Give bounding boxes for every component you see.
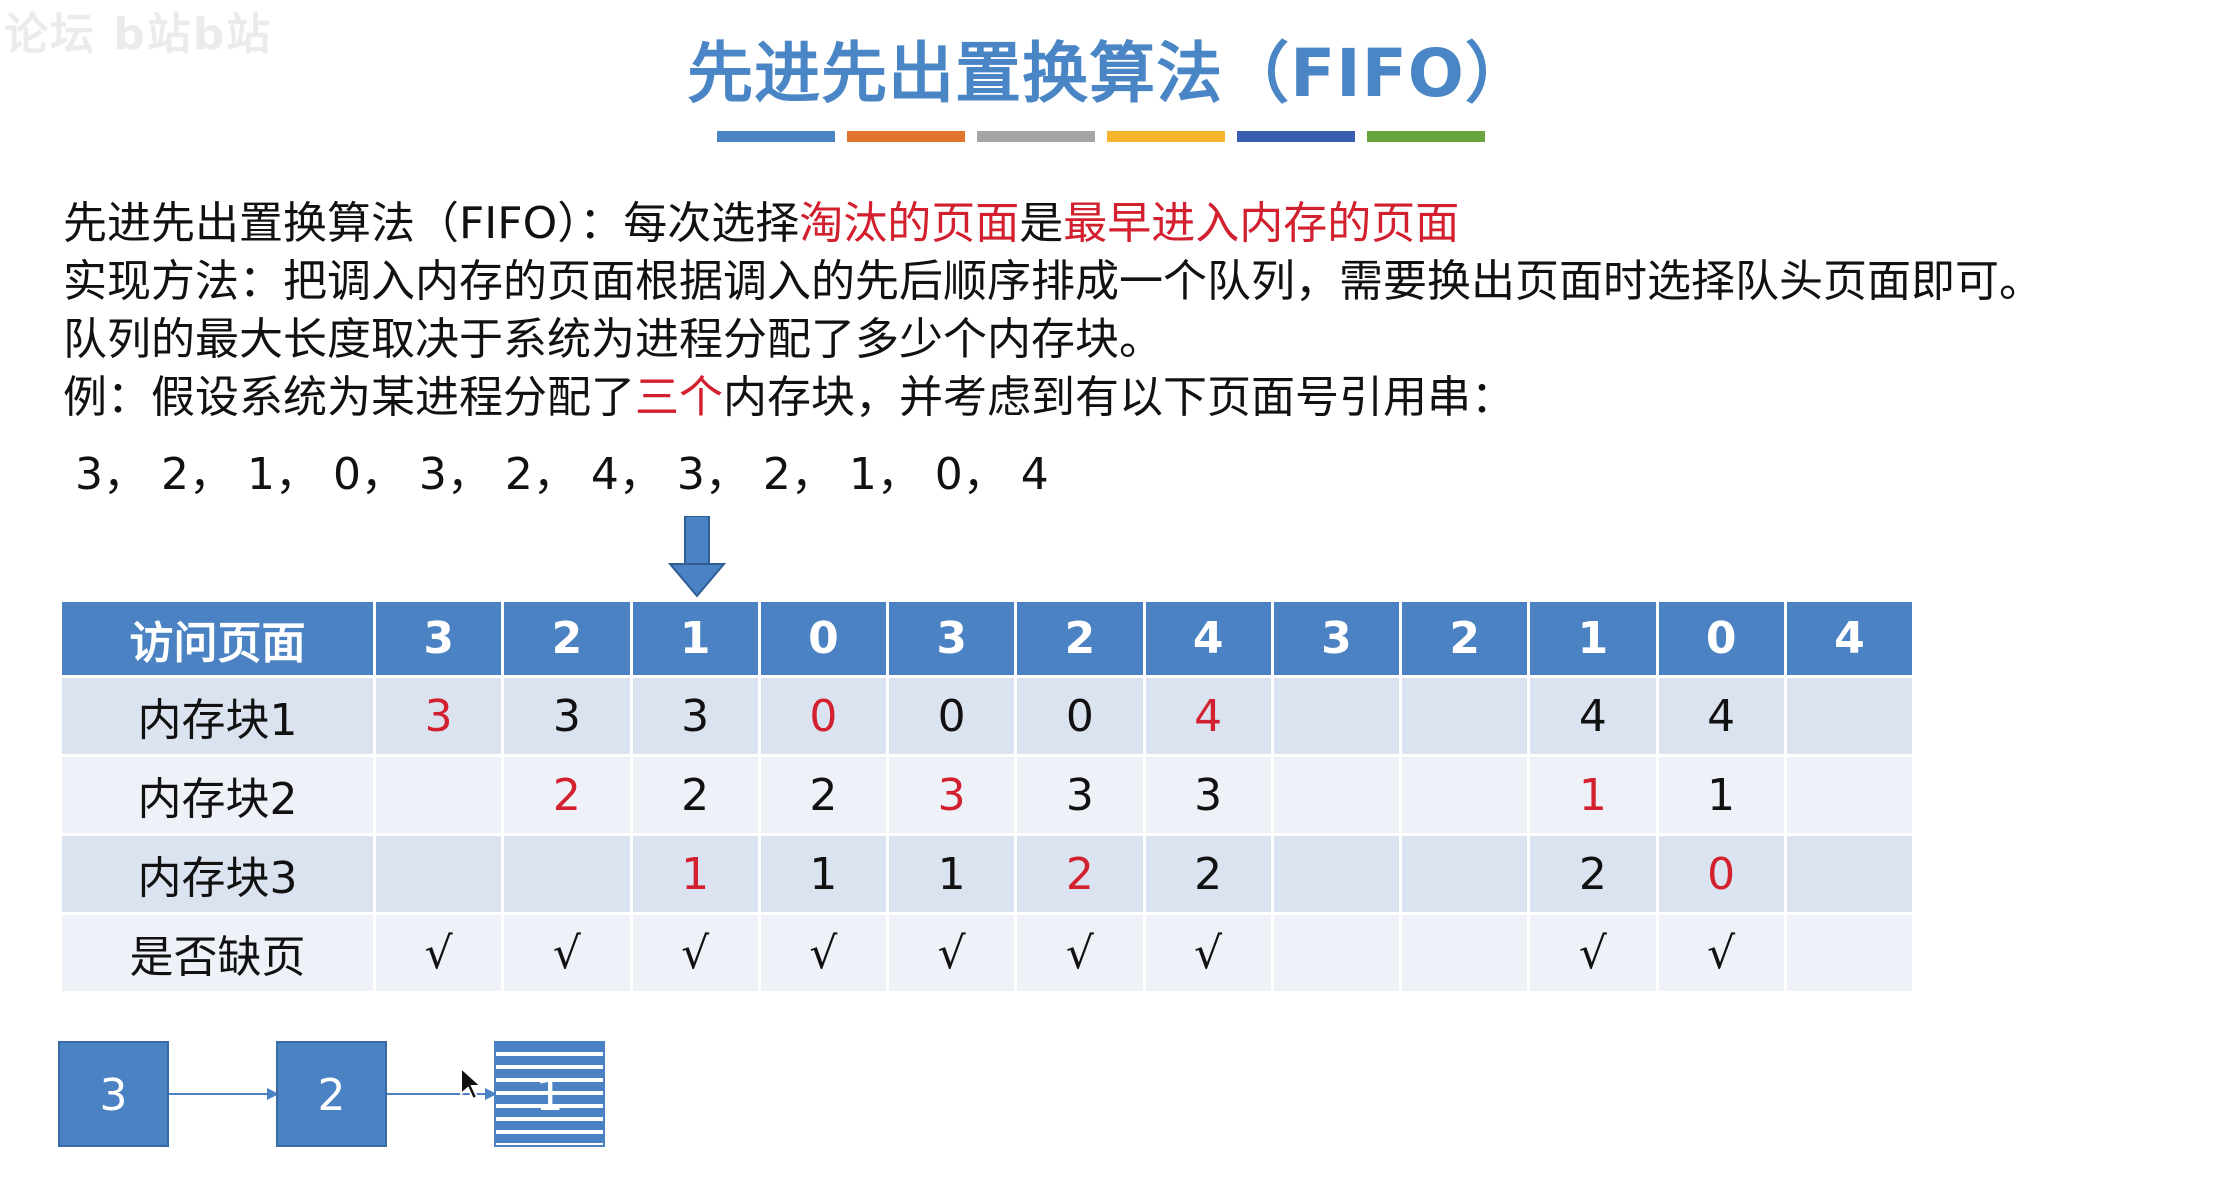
table-cell xyxy=(1398,912,1531,994)
queue-node-animating: 1 xyxy=(494,1041,605,1147)
table-cell: 1 xyxy=(1527,754,1659,836)
table-cell: √ xyxy=(501,912,633,994)
underline-segment xyxy=(1367,131,1485,142)
definition-highlight-evicted: 淘汰的页面 xyxy=(799,198,1020,249)
table-row: 是否缺页 √ √ √ √ √ √ √ √ √ xyxy=(59,912,1916,994)
table-cell: 3 xyxy=(629,675,761,757)
table-cell: 0 xyxy=(1655,833,1787,915)
table-cell: √ xyxy=(1014,912,1146,994)
row-label-cell: 内存块3 xyxy=(59,833,376,915)
table-cell xyxy=(1270,675,1403,757)
table-cell xyxy=(1783,675,1916,757)
underline-segment xyxy=(1237,131,1355,142)
method-line: 实现方法：把调入内存的页面根据调入的先后顺序排成一个队列，需要换出页面时选择队头… xyxy=(63,256,2043,307)
table-cell: 3 xyxy=(1014,754,1146,836)
table-cell: 3 xyxy=(501,675,633,757)
page-title: 先进先出置换算法（FIFO） xyxy=(687,35,1532,112)
table-header-row: 访问页面 3 2 1 0 3 2 4 3 2 1 0 4 xyxy=(59,599,1916,678)
table-cell xyxy=(372,754,505,836)
page-reference-cell: 1 xyxy=(629,599,761,678)
table-cell xyxy=(1783,754,1916,836)
example-line: 例：假设系统为某进程分配了三个内存块，并考虑到有以下页面号引用串： xyxy=(63,370,1515,426)
table-cell: 4 xyxy=(1655,675,1787,757)
table-cell: √ xyxy=(1142,912,1274,994)
page-reference-cell: 4 xyxy=(1783,599,1916,678)
table-cell: 2 xyxy=(501,754,633,836)
table-cell: √ xyxy=(1655,912,1787,994)
table-cell: 3 xyxy=(1142,754,1274,836)
definition-line: 先进先出置换算法（FIFO）：每次选择淘汰的页面是最早进入内存的页面 xyxy=(63,196,1459,252)
table-cell xyxy=(1270,912,1403,994)
page-reference-cell: 3 xyxy=(885,599,1018,678)
page-reference-cell: 2 xyxy=(501,599,633,678)
table-cell xyxy=(1783,912,1916,994)
table-cell: √ xyxy=(629,912,761,994)
table-cell: √ xyxy=(1527,912,1659,994)
table-cell xyxy=(1783,833,1916,915)
table-cell xyxy=(372,833,505,915)
page-reference-cell: 3 xyxy=(1270,599,1403,678)
fifo-table: 访问页面 3 2 1 0 3 2 4 3 2 1 0 4 内存块1 3 3 3 0 0 0 4 4 4 内存块2 2 2 2 3 3 3 1… xyxy=(59,599,1916,994)
page-reference-cell: 0 xyxy=(1655,599,1787,678)
table-cell xyxy=(1398,754,1531,836)
table-cell: 1 xyxy=(629,833,761,915)
table-cell xyxy=(501,833,633,915)
page-reference-cell: 0 xyxy=(757,599,890,678)
table-cell: 4 xyxy=(1527,675,1659,757)
table-cell: 3 xyxy=(885,754,1018,836)
table-cell: 1 xyxy=(1655,754,1787,836)
table-cell: 2 xyxy=(1142,833,1274,915)
row-label-cell: 内存块2 xyxy=(59,754,376,836)
example-suffix: 内存块，并考虑到有以下页面号引用串： xyxy=(723,372,1515,423)
table-cell xyxy=(1398,833,1531,915)
mouse-cursor-icon xyxy=(459,1065,484,1106)
page-reference-cell: 1 xyxy=(1527,599,1659,678)
definition-mid: 是 xyxy=(1019,198,1064,249)
header-label-cell: 访问页面 xyxy=(59,599,376,678)
table-cell: 2 xyxy=(757,754,890,836)
table-cell: 2 xyxy=(629,754,761,836)
table-cell: 1 xyxy=(757,833,890,915)
table-cell xyxy=(1270,833,1403,915)
table-cell: 4 xyxy=(1142,675,1274,757)
underline-segment xyxy=(847,131,965,142)
definition-prefix: 先进先出置换算法（FIFO）：每次选择 xyxy=(63,198,800,249)
table-cell: 3 xyxy=(372,675,505,757)
queue-node: 3 xyxy=(58,1041,169,1147)
table-cell xyxy=(1270,754,1403,836)
table-row: 内存块2 2 2 2 3 3 3 1 1 xyxy=(59,754,1916,836)
definition-highlight-earliest: 最早进入内存的页面 xyxy=(1063,198,1460,249)
table-cell: 2 xyxy=(1014,833,1146,915)
queue-node: 2 xyxy=(276,1041,387,1147)
table-cell xyxy=(1398,675,1531,757)
example-highlight: 三个 xyxy=(635,372,723,423)
table-row: 内存块3 1 1 1 2 2 2 0 xyxy=(59,833,1916,915)
underline-segment xyxy=(977,131,1095,142)
underline-segment xyxy=(717,131,835,142)
table-cell: 0 xyxy=(885,675,1018,757)
table-cell: 2 xyxy=(1527,833,1659,915)
underline-segment xyxy=(1107,131,1225,142)
page-reference-cell: 2 xyxy=(1398,599,1531,678)
table-cell: √ xyxy=(885,912,1018,994)
table-cell: 0 xyxy=(757,675,890,757)
table-cell: 0 xyxy=(1014,675,1146,757)
table-cell: √ xyxy=(372,912,505,994)
table-cell: 1 xyxy=(885,833,1018,915)
down-arrow-icon xyxy=(667,515,727,602)
row-label-cell: 是否缺页 xyxy=(59,912,376,994)
reference-string: 3， 2， 1， 0， 3， 2， 4， 3， 2， 1， 0， 4 xyxy=(75,449,1049,500)
queue-length-line: 队列的最大长度取决于系统为进程分配了多少个内存块。 xyxy=(63,314,1163,365)
row-label-cell: 内存块1 xyxy=(59,675,376,757)
table-row: 内存块1 3 3 3 0 0 0 4 4 4 xyxy=(59,675,1916,757)
example-prefix: 例：假设系统为某进程分配了 xyxy=(63,372,635,423)
page-reference-cell: 4 xyxy=(1142,599,1274,678)
page-reference-cell: 2 xyxy=(1014,599,1146,678)
queue-link-arrow xyxy=(169,1088,279,1100)
table-cell: √ xyxy=(757,912,890,994)
page-reference-cell: 3 xyxy=(372,599,505,678)
